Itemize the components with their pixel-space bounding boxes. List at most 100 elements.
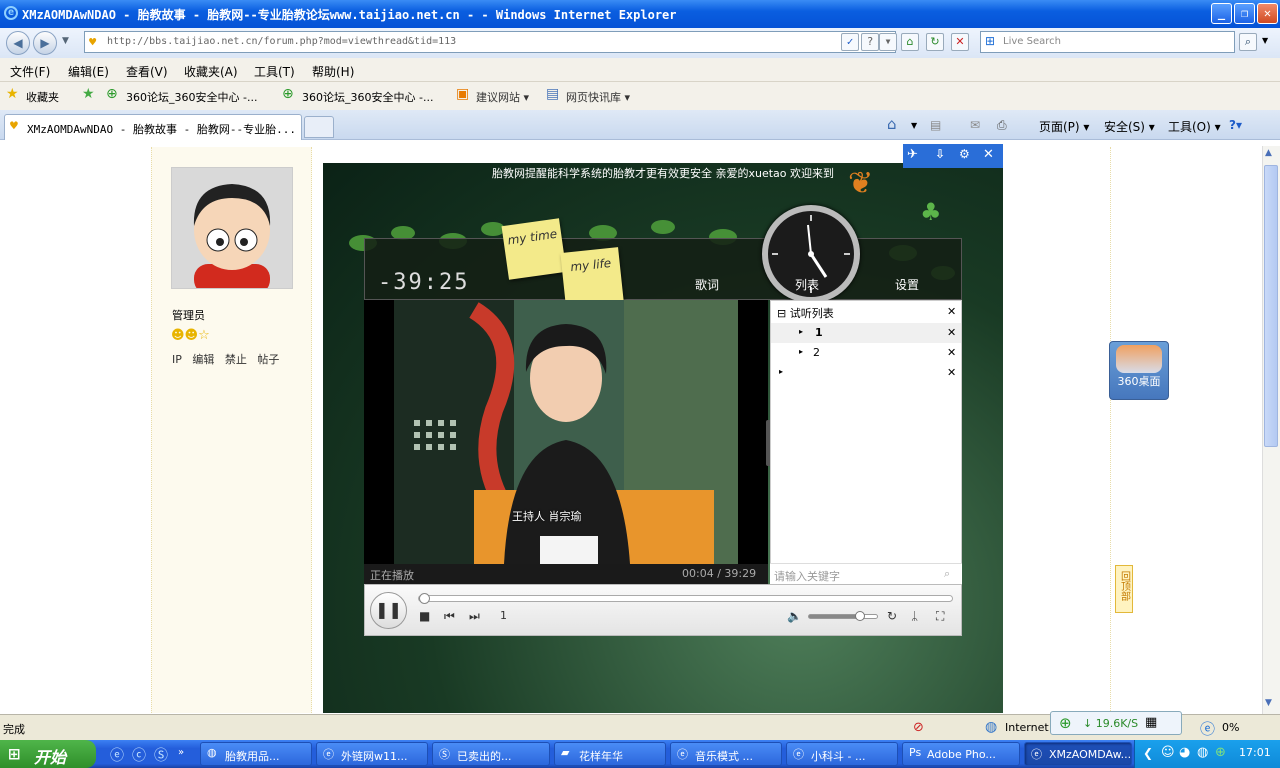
favorites-button[interactable]: 收藏夹: [26, 89, 59, 105]
maximize-button[interactable]: ❐: [1234, 3, 1255, 24]
download-icon[interactable]: ⇩: [935, 147, 945, 161]
menu-tools[interactable]: 工具(T): [254, 63, 295, 80]
posts-link[interactable]: 帖子: [257, 353, 279, 366]
tab-settings[interactable]: 设置: [895, 276, 919, 293]
new-tab-button[interactable]: [304, 116, 334, 138]
chevron-left-icon[interactable]: ❮: [1143, 746, 1153, 760]
rss-icon[interactable]: ⌂: [901, 33, 919, 51]
network-icon[interactable]: ◕: [1179, 745, 1190, 760]
speed-widget[interactable]: ⊕ ↓ 19.6K/S ▦: [1050, 711, 1182, 735]
menu-help[interactable]: 帮助(H): [312, 63, 354, 80]
sound-icon[interactable]: ◍: [1197, 745, 1208, 760]
progress-thumb[interactable]: [419, 593, 430, 604]
taskbar-item[interactable]: ▰ 花样年华: [554, 742, 666, 766]
tab-active[interactable]: ♥ XMzAOMDAwNDAO - 胎教故事 - 胎教网--专业胎...: [4, 114, 302, 140]
qq-icon[interactable]: ☺: [1161, 745, 1175, 760]
pause-button[interactable]: ❚❚: [370, 592, 407, 629]
compat-view-icon[interactable]: ✓: [841, 33, 859, 51]
playlist-item[interactable]: ▸ 1 ✕: [771, 323, 961, 343]
fav-link-1[interactable]: 360论坛_360安全中心 -...: [126, 89, 257, 105]
volume-slider[interactable]: [808, 611, 878, 621]
window-title-bar[interactable]: e XMzAOMDAwNDAO - 胎教故事 - 胎教网--专业胎教论坛www.…: [0, 0, 1280, 28]
tools-menu[interactable]: 工具(O) ▾: [1168, 118, 1221, 135]
gear-icon[interactable]: ⚙: [959, 147, 970, 161]
page-menu[interactable]: 页面(P) ▾: [1039, 118, 1089, 135]
previous-button[interactable]: ⏮: [444, 609, 455, 624]
close-icon[interactable]: ✕: [947, 326, 956, 339]
chevron-right-icon[interactable]: »: [178, 747, 184, 758]
keyboard-icon[interactable]: ▦: [1145, 715, 1157, 730]
next-button[interactable]: ⏭: [469, 609, 480, 624]
taskbar-item[interactable]: Ⓢ 已卖出的...: [432, 742, 550, 766]
close-icon[interactable]: ✕: [947, 305, 956, 318]
minimize-button[interactable]: _: [1211, 3, 1232, 24]
fullscreen-icon[interactable]: ⛶: [936, 609, 944, 624]
tab-list[interactable]: 列表: [795, 276, 819, 293]
scrollbar-thumb[interactable]: [1264, 165, 1278, 447]
taskbar-item[interactable]: ◍ 胎教用品...: [200, 742, 312, 766]
menu-file[interactable]: 文件(F): [10, 63, 50, 80]
menu-edit[interactable]: 编辑(E): [68, 63, 109, 80]
search-options-icon[interactable]: ▼: [1262, 36, 1268, 45]
clock[interactable]: 17:01: [1239, 746, 1271, 759]
taskbar-item[interactable]: ⓔ 小科斗 - ...: [786, 742, 898, 766]
progress-bar[interactable]: [418, 593, 953, 604]
stop-icon[interactable]: ✕: [951, 33, 969, 51]
playlist-item[interactable]: ▸ ✕: [771, 363, 961, 383]
playlist-item[interactable]: ▸ 2 ✕: [771, 343, 961, 363]
chevron-down-icon[interactable]: ▼: [62, 36, 69, 46]
browser-quicklaunch-icon[interactable]: ⓒ: [132, 745, 146, 765]
fav-link-4[interactable]: 网页快讯库 ▾: [566, 89, 630, 105]
search-input[interactable]: ⊞ Live Search: [980, 31, 1235, 53]
mail-icon[interactable]: ✉: [970, 118, 980, 132]
fav-link-2[interactable]: 360论坛_360安全中心 -...: [302, 89, 433, 105]
volume-thumb[interactable]: [855, 611, 865, 621]
close-icon[interactable]: ✕: [947, 366, 956, 379]
chevron-down-icon[interactable]: ▼: [911, 121, 917, 130]
taskbar-item[interactable]: Ps Adobe Pho...: [902, 742, 1020, 766]
ban-link[interactable]: 禁止: [225, 353, 247, 366]
bird-icon[interactable]: ✈: [907, 147, 918, 162]
repeat-icon[interactable]: ↻: [887, 609, 897, 623]
shuffle-icon[interactable]: ᛦ: [911, 609, 918, 623]
search-icon[interactable]: ⌕: [944, 567, 950, 581]
ie-zoom-icon[interactable]: ⓔ: [1200, 718, 1215, 739]
stop-button[interactable]: ■: [419, 609, 430, 623]
playlist-header[interactable]: ⊟ 试听列表: [777, 305, 834, 321]
add-favorite-icon[interactable]: ★: [82, 86, 95, 102]
close-icon[interactable]: ✕: [983, 147, 994, 162]
back-button[interactable]: ◀: [6, 31, 30, 55]
taskbar-item[interactable]: ⓔ 外链网w11...: [316, 742, 428, 766]
scroll-down-icon[interactable]: ▼: [1265, 698, 1272, 708]
app-quicklaunch-icon[interactable]: Ⓢ: [154, 745, 168, 765]
taskbar-item[interactable]: ⓔ 音乐模式 ...: [670, 742, 782, 766]
close-button[interactable]: ✕: [1257, 3, 1278, 24]
forward-button[interactable]: ▶: [33, 31, 57, 55]
help-icon[interactable]: ?: [861, 33, 879, 51]
start-button[interactable]: ⊞ 开始: [0, 740, 96, 768]
safety-menu[interactable]: 安全(S) ▾: [1104, 118, 1155, 135]
video-area[interactable]: 王持人 肖宗瑜: [364, 300, 768, 584]
back-to-top-button[interactable]: 回顶部: [1115, 565, 1133, 613]
fav-link-3[interactable]: 建议网站 ▾: [476, 89, 529, 105]
ie-quicklaunch-icon[interactable]: ⓔ: [110, 745, 124, 765]
scroll-up-icon[interactable]: ▲: [1265, 148, 1272, 158]
home-icon[interactable]: ⌂: [887, 115, 897, 133]
volume-icon[interactable]: 🔈: [787, 609, 802, 623]
360-icon[interactable]: ⊕: [1215, 745, 1226, 760]
search-icon[interactable]: ⌕: [1239, 33, 1257, 51]
close-icon[interactable]: ✕: [947, 346, 956, 359]
menu-favorites[interactable]: 收藏夹(A): [184, 63, 238, 80]
avatar[interactable]: [171, 167, 293, 289]
zoom-level[interactable]: 0%: [1222, 721, 1239, 734]
blocked-icon[interactable]: ⊘: [913, 720, 924, 735]
address-dropdown-icon[interactable]: ▼: [879, 33, 897, 51]
address-input[interactable]: ♥ http://bbs.taijiao.net.cn/forum.php?mo…: [84, 31, 897, 53]
feeds-icon[interactable]: ▤: [930, 118, 941, 132]
print-icon[interactable]: ⎙: [997, 118, 1007, 133]
help-icon[interactable]: ?▾: [1229, 118, 1242, 132]
taskbar-item-active[interactable]: ⓔ XMzAOMDAw...: [1024, 742, 1132, 766]
ip-link[interactable]: IP: [172, 353, 182, 366]
refresh-icon[interactable]: ↻: [926, 33, 944, 51]
edit-link[interactable]: 编辑: [192, 353, 214, 366]
